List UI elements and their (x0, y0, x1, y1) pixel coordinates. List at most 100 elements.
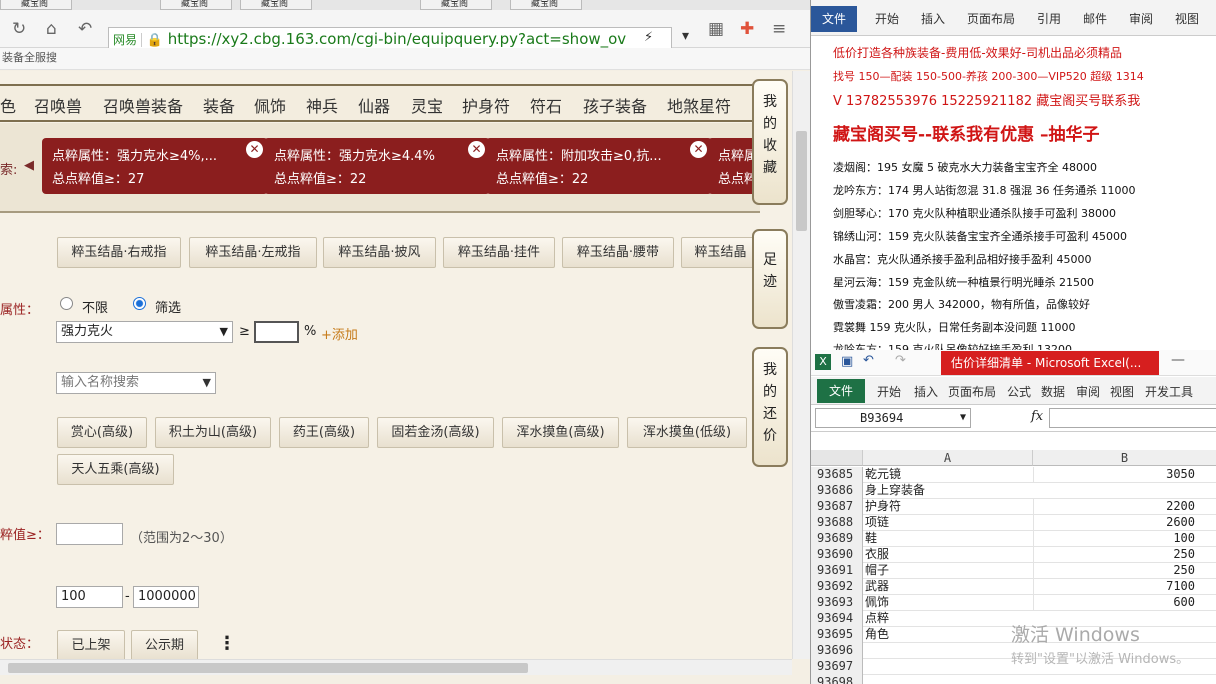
row-number[interactable]: 93697 (811, 659, 863, 675)
browser-tab[interactable]: 藏宝阁 (0, 0, 72, 10)
ribbon-tab[interactable]: 数据 (1041, 383, 1065, 400)
ribbon-tab[interactable]: 插入 (914, 383, 938, 400)
nav-tab[interactable]: 仙器 (358, 93, 390, 117)
crystal-button[interactable]: 粹玉结晶·左戒指 (189, 237, 317, 268)
nav-tab[interactable]: 符石 (530, 93, 562, 117)
row-number[interactable]: 93694 (811, 611, 863, 627)
table-row[interactable]: 93693 佩饰 600 (811, 595, 1216, 611)
total-input[interactable] (56, 523, 123, 545)
row-number[interactable]: 93688 (811, 515, 863, 531)
status-button[interactable]: 公示期 (131, 630, 198, 659)
row-number[interactable]: 93693 (811, 595, 863, 611)
cell-b[interactable]: 3050 (1033, 467, 1201, 482)
ribbon-tab[interactable]: 引用 (1037, 10, 1061, 27)
table-row[interactable]: 93687 护身符 2200 (811, 499, 1216, 515)
minimize-icon[interactable]: — (1171, 352, 1185, 368)
ribbon-tab[interactable]: 页面布局 (948, 383, 996, 400)
ribbon-tab[interactable]: 页面布局 (967, 10, 1015, 27)
price-max-input[interactable]: 1000000 (133, 586, 199, 608)
scroll-thumb[interactable] (796, 131, 807, 231)
ribbon-tab[interactable]: 视图 (1175, 10, 1199, 27)
skill-button[interactable]: 积土为山(高级) (155, 417, 271, 448)
browser-tab[interactable]: 藏宝阁 (510, 0, 582, 10)
nav-tab[interactable]: 召唤兽装备 (103, 93, 183, 117)
cell-b[interactable]: 2200 (1033, 499, 1201, 514)
filter-card[interactable]: 点粹属性：附加攻击≥0,抗... 总点粹值≥：22 ✕ (486, 138, 712, 194)
row-number[interactable]: 93692 (811, 579, 863, 595)
radio-filter[interactable] (133, 297, 146, 310)
nav-tab[interactable]: 装备 (203, 93, 235, 117)
nav-tab[interactable]: 色 (0, 93, 16, 117)
browser-tab[interactable]: 藏宝阁 (240, 0, 312, 10)
skill-button[interactable]: 浑水摸鱼(低级) (627, 417, 747, 448)
row-number[interactable]: 93686 (811, 483, 863, 499)
crystal-button[interactable]: 粹玉结晶·挂件 (443, 237, 555, 268)
row-number[interactable]: 93698 (811, 675, 863, 684)
status-button[interactable]: 已上架 (57, 630, 125, 659)
skill-button[interactable]: 固若金汤(高级) (377, 417, 494, 448)
column-header[interactable]: A (863, 450, 1033, 466)
cell-b[interactable]: 250 (1033, 547, 1201, 562)
radio-unlimited[interactable] (60, 297, 73, 310)
table-row[interactable]: 93686 身上穿装备 (811, 483, 1216, 499)
ribbon-tab[interactable]: 邮件 (1083, 10, 1107, 27)
column-header[interactable]: B (1033, 450, 1216, 466)
crystal-button[interactable]: 粹玉结晶·披风 (323, 237, 436, 268)
cell-a[interactable]: 护身符 (865, 499, 1033, 514)
ribbon-tab[interactable]: 插入 (921, 10, 945, 27)
cell-a[interactable]: 武器 (865, 579, 1033, 594)
nav-tab[interactable]: 佩饰 (254, 93, 286, 117)
select-all-corner[interactable] (811, 450, 863, 466)
ribbon-tab[interactable]: 开始 (877, 383, 901, 400)
cell-a[interactable]: 点粹 (865, 611, 1033, 626)
row-number[interactable]: 93687 (811, 499, 863, 515)
row-number[interactable]: 93691 (811, 563, 863, 579)
horizontal-scrollbar[interactable] (0, 659, 792, 675)
game-icon[interactable]: ✚ (740, 19, 754, 39)
skill-button[interactable]: 天人五乘(高级) (57, 454, 174, 485)
ribbon-tab[interactable]: 审阅 (1129, 10, 1153, 27)
name-search-input[interactable]: 输入名称搜索 ▼ (56, 372, 216, 394)
skill-button[interactable]: 浑水摸鱼(高级) (502, 417, 619, 448)
word-file-tab[interactable]: 文件 (811, 6, 857, 32)
menu-icon[interactable]: ≡ (772, 19, 786, 39)
close-icon[interactable]: ✕ (690, 141, 707, 158)
table-row[interactable]: 93698 (811, 675, 1216, 684)
nav-tab[interactable]: 神兵 (306, 93, 338, 117)
name-box[interactable]: B93694 ▼ (815, 408, 971, 428)
cell-a[interactable]: 衣服 (865, 547, 1033, 562)
attr-value-input[interactable] (254, 321, 299, 343)
cell-a[interactable]: 佩饰 (865, 595, 1033, 610)
cell-a[interactable]: 项链 (865, 515, 1033, 530)
row-number[interactable]: 93695 (811, 627, 863, 643)
cell-b[interactable]: 100 (1033, 531, 1201, 546)
ribbon-tab[interactable]: 审阅 (1076, 383, 1100, 400)
favorites-button[interactable]: 我的收藏 (752, 79, 788, 205)
vertical-scrollbar[interactable] (792, 71, 810, 659)
row-number[interactable]: 93689 (811, 531, 863, 547)
browser-tab[interactable]: 藏宝阁 (420, 0, 492, 10)
footprint-button[interactable]: 足迹 (752, 229, 788, 329)
table-row[interactable]: 93690 衣服 250 (811, 547, 1216, 563)
my-counteroffer-button[interactable]: 我的还价 (752, 347, 788, 467)
crystal-button[interactable]: 粹玉结晶 (681, 237, 760, 268)
row-number[interactable]: 93690 (811, 547, 863, 563)
add-link[interactable]: +添加 (321, 324, 358, 343)
cell-a[interactable]: 帽子 (865, 563, 1033, 578)
row-number[interactable]: 93696 (811, 643, 863, 659)
ribbon-tab[interactable]: 公式 (1007, 383, 1031, 400)
apps-icon[interactable]: ▦ (708, 19, 724, 39)
price-min-input[interactable]: 100 (56, 586, 123, 608)
cell-b[interactable]: 2600 (1033, 515, 1201, 530)
nav-tab[interactable]: 灵宝 (411, 93, 443, 117)
lightning-icon[interactable]: ⚡ (644, 30, 653, 45)
cell-a[interactable]: 身上穿装备 (865, 483, 1033, 498)
attr-select[interactable]: 强力克火 ▼ (56, 321, 233, 343)
nav-tab[interactable]: 护身符 (462, 93, 510, 117)
ribbon-tab[interactable]: 开发工具 (1145, 383, 1193, 400)
scroll-thumb[interactable] (8, 663, 528, 673)
skill-button[interactable]: 药王(高级) (279, 417, 369, 448)
row-number[interactable]: 93685 (811, 467, 863, 483)
table-row[interactable]: 93689 鞋 100 (811, 531, 1216, 547)
browser-tab[interactable]: 藏宝阁 (160, 0, 232, 10)
